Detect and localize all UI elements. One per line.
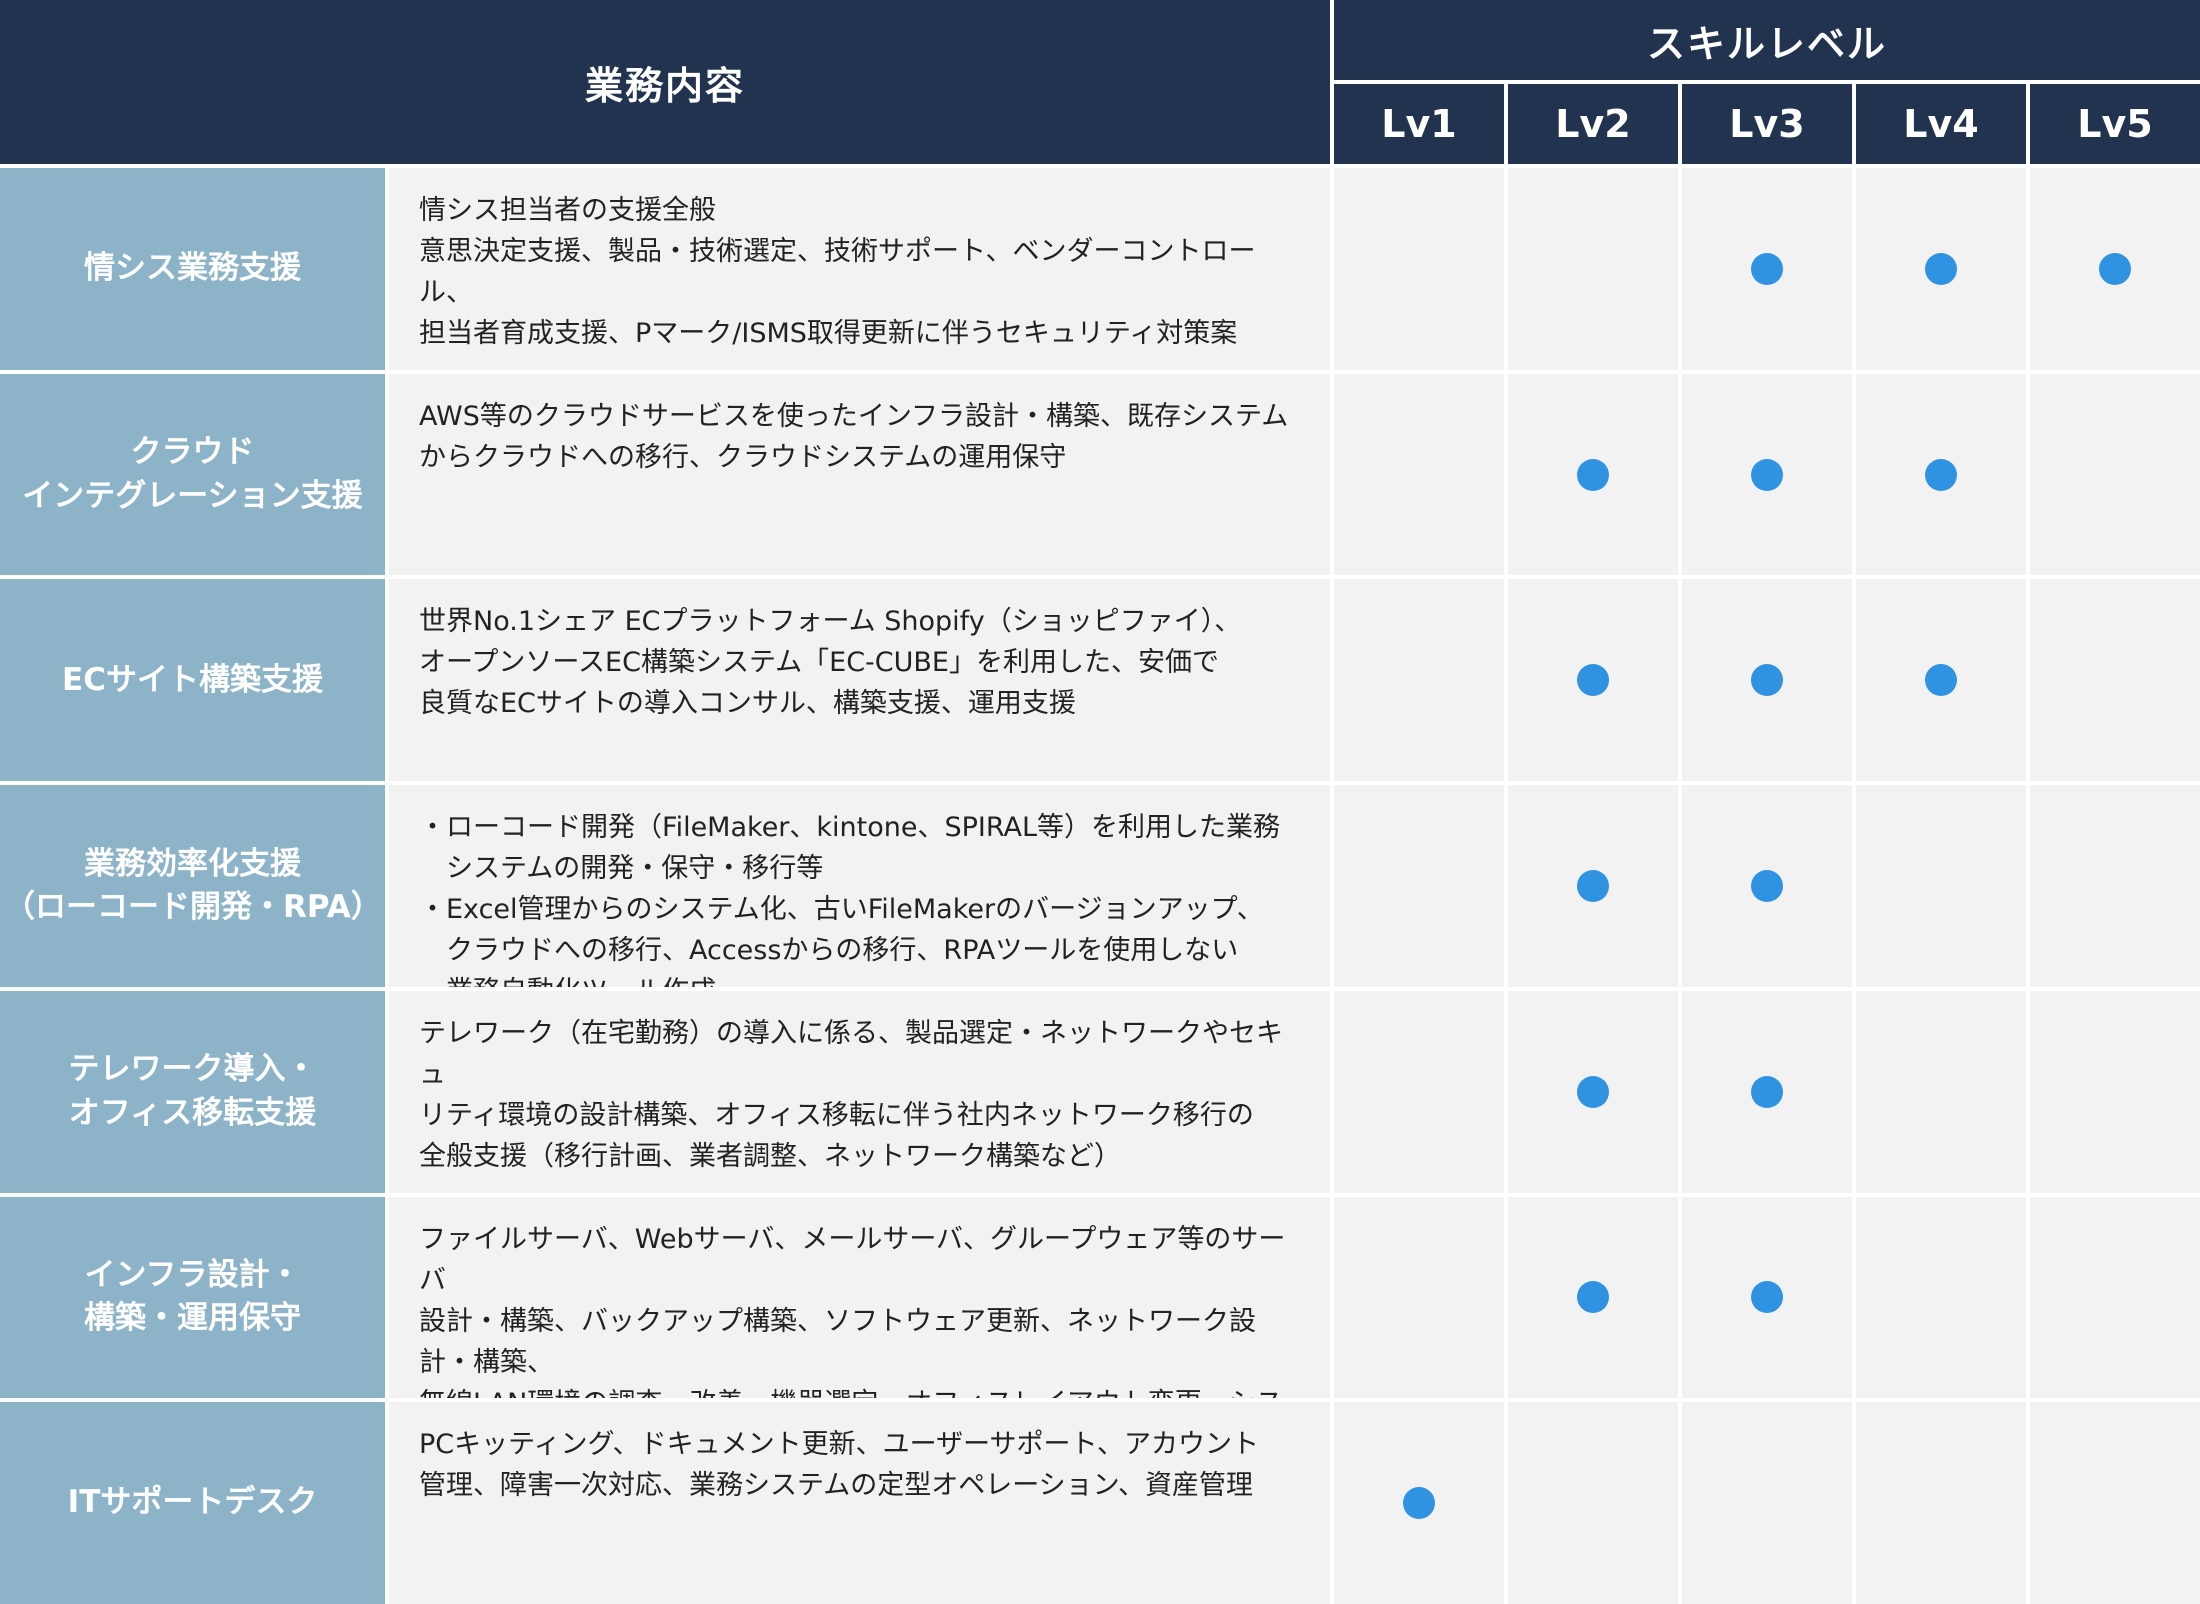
level-cell-lv4 [1856, 785, 2026, 987]
level-dot [1751, 869, 1783, 902]
level-cell-lv5 [2030, 1402, 2200, 1604]
level-dot [1577, 1281, 1609, 1314]
row-category: 業務効率化支援 （ローコード開発・RPA） [0, 785, 385, 987]
row-description: PCキッティング、ドキュメント更新、ユーザーサポート、アカウント 管理、障害一次… [389, 1402, 1330, 1604]
header-business-content: 業務内容 [0, 0, 1330, 164]
level-dot [1925, 458, 1957, 491]
level-cell-lv3 [1682, 785, 1852, 987]
level-cell-lv2 [1508, 373, 1678, 576]
level-cell-lv4 [1856, 1402, 2026, 1604]
level-cell-lv5 [2030, 1196, 2200, 1399]
level-dot [1751, 252, 1783, 285]
level-dot [1751, 1281, 1783, 1314]
row-description: 世界No.1シェア ECプラットフォーム Shopify（ショッピファイ）、 オ… [389, 579, 1330, 782]
row-category: ITサポートデスク [0, 1402, 385, 1604]
header-lv5: Lv5 [2030, 84, 2200, 164]
level-cell-lv4 [1856, 168, 2026, 370]
level-cell-lv3 [1682, 168, 1852, 370]
row-description: ファイルサーバ、Webサーバ、メールサーバ、グループウェア等のサーバ 設計・構築… [389, 1196, 1330, 1399]
level-cell-lv3 [1682, 579, 1852, 782]
level-dot [1577, 1075, 1609, 1108]
row-description: テレワーク（在宅勤務）の導入に係る、製品選定・ネットワークやセキュ リティ環境の… [389, 990, 1330, 1193]
level-dot [1751, 458, 1783, 491]
level-cell-lv5 [2030, 168, 2200, 370]
level-cell-lv3 [1682, 1196, 1852, 1399]
level-cell-lv1 [1334, 373, 1504, 576]
level-cell-lv2 [1508, 785, 1678, 987]
level-dot [1577, 664, 1609, 697]
level-cell-lv2 [1508, 1196, 1678, 1399]
level-cell-lv5 [2030, 373, 2200, 576]
row-category: 情シス業務支援 [0, 168, 385, 370]
level-cell-lv3 [1682, 373, 1852, 576]
level-cell-lv4 [1856, 1196, 2026, 1399]
level-dot [1751, 1075, 1783, 1108]
level-cell-lv3 [1682, 990, 1852, 1193]
level-cell-lv5 [2030, 785, 2200, 987]
header-lv2: Lv2 [1508, 84, 1678, 164]
row-description: ・ローコード開発（FileMaker、kintone、SPIRAL等）を利用した… [389, 785, 1330, 987]
level-cell-lv1 [1334, 1402, 1504, 1604]
row-category: ECサイト構築支援 [0, 579, 385, 782]
level-cell-lv2 [1508, 579, 1678, 782]
level-cell-lv2 [1508, 1402, 1678, 1604]
header-lv3: Lv3 [1682, 84, 1852, 164]
level-cell-lv1 [1334, 1196, 1504, 1399]
level-cell-lv4 [1856, 990, 2026, 1193]
header-lv4: Lv4 [1856, 84, 2026, 164]
level-dot [1925, 252, 1957, 285]
level-dot [1577, 458, 1609, 491]
level-cell-lv1 [1334, 579, 1504, 782]
level-dot [1577, 869, 1609, 902]
row-category: インフラ設計・ 構築・運用保守 [0, 1196, 385, 1399]
header-skill-level: スキルレベル [1334, 0, 2200, 80]
level-dot [1751, 664, 1783, 697]
level-cell-lv4 [1856, 579, 2026, 782]
level-cell-lv2 [1508, 990, 1678, 1193]
level-dot [2099, 252, 2131, 285]
level-cell-lv1 [1334, 168, 1504, 370]
row-description: 情シス担当者の支援全般 意思決定支援、製品・技術選定、技術サポート、ベンダーコン… [389, 168, 1330, 370]
level-cell-lv5 [2030, 579, 2200, 782]
row-category: クラウド インテグレーション支援 [0, 373, 385, 576]
level-cell-lv4 [1856, 373, 2026, 576]
level-cell-lv1 [1334, 990, 1504, 1193]
row-category: テレワーク導入・ オフィス移転支援 [0, 990, 385, 1193]
skill-table: 業務内容 スキルレベル Lv1 Lv2 Lv3 Lv4 Lv5 情シス業務支援情… [0, 0, 2200, 1604]
level-cell-lv1 [1334, 785, 1504, 987]
level-cell-lv3 [1682, 1402, 1852, 1604]
level-dot [1925, 664, 1957, 697]
level-dot [1403, 1487, 1435, 1520]
header-lv1: Lv1 [1334, 84, 1504, 164]
level-cell-lv5 [2030, 990, 2200, 1193]
level-cell-lv2 [1508, 168, 1678, 370]
row-description: AWS等のクラウドサービスを使ったインフラ設計・構築、既存システム からクラウド… [389, 373, 1330, 576]
